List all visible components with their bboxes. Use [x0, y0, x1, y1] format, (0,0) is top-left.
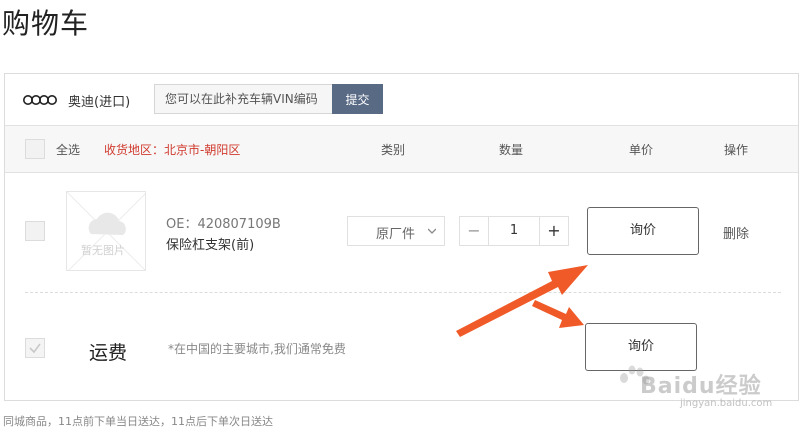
shipping-checkbox: [25, 338, 45, 358]
cart-header-row: 全选 收货地区：北京市-朝阳区 类别 数量 单价 操作: [5, 125, 798, 173]
audi-logo-icon: [23, 95, 57, 105]
item-inquiry-button[interactable]: 询价: [587, 207, 699, 255]
shipping-label: 运费: [89, 342, 128, 364]
vin-input[interactable]: [154, 84, 332, 114]
column-actions: 操作: [724, 143, 749, 157]
quantity-stepper: − 1 +: [459, 216, 569, 246]
quantity-value[interactable]: 1: [489, 217, 539, 245]
item-checkbox[interactable]: [25, 221, 45, 241]
submit-vin-button[interactable]: 提交: [332, 84, 383, 114]
watermark-text: Baidu经验: [640, 374, 762, 399]
column-type: 类别: [381, 143, 406, 157]
column-unit-price: 单价: [629, 143, 654, 157]
part-oe-number: OE：420807109B: [166, 217, 281, 232]
brand-name: 奥迪(进口): [68, 95, 131, 110]
cart-panel: 奥迪(进口) 提交 全选 收货地区：北京市-朝阳区 类别 数量 单价 操作 暂无…: [4, 73, 799, 401]
vin-row: 奥迪(进口) 提交: [5, 74, 798, 124]
delivery-region[interactable]: 收货地区：北京市-朝阳区: [104, 141, 240, 158]
part-thumbnail: 暂无图片: [66, 191, 146, 271]
cart-item-row: 暂无图片 OE：420807109B 保险杠支架(前) 原厂件 − 1 + 询价…: [5, 173, 798, 291]
quantity-increase-button[interactable]: +: [539, 217, 568, 245]
select-all-checkbox[interactable]: [25, 139, 45, 159]
select-all-label[interactable]: 全选: [56, 141, 80, 158]
watermark-url: jingyan.baidu.com: [680, 398, 773, 409]
check-icon: [29, 343, 41, 354]
part-type-select[interactable]: 原厂件: [347, 216, 445, 246]
quantity-decrease-button[interactable]: −: [460, 217, 489, 245]
row-divider: [25, 292, 781, 293]
part-type-value: 原厂件: [376, 227, 416, 242]
no-image-text: 暂无图片: [81, 244, 125, 257]
no-image-placeholder-icon: [67, 192, 145, 270]
chevron-down-icon: [428, 228, 436, 234]
shipping-note: *在中国的主要城市,我们通常免费: [168, 342, 346, 356]
delivery-footer-note: 同城商品，11点前下单当日送达，11点后下单次日送达: [3, 415, 273, 428]
column-quantity: 数量: [499, 143, 524, 157]
page-title: 购物车: [2, 7, 90, 40]
part-name: 保险杠支架(前): [166, 238, 255, 253]
delete-item-link[interactable]: 删除: [723, 223, 749, 242]
